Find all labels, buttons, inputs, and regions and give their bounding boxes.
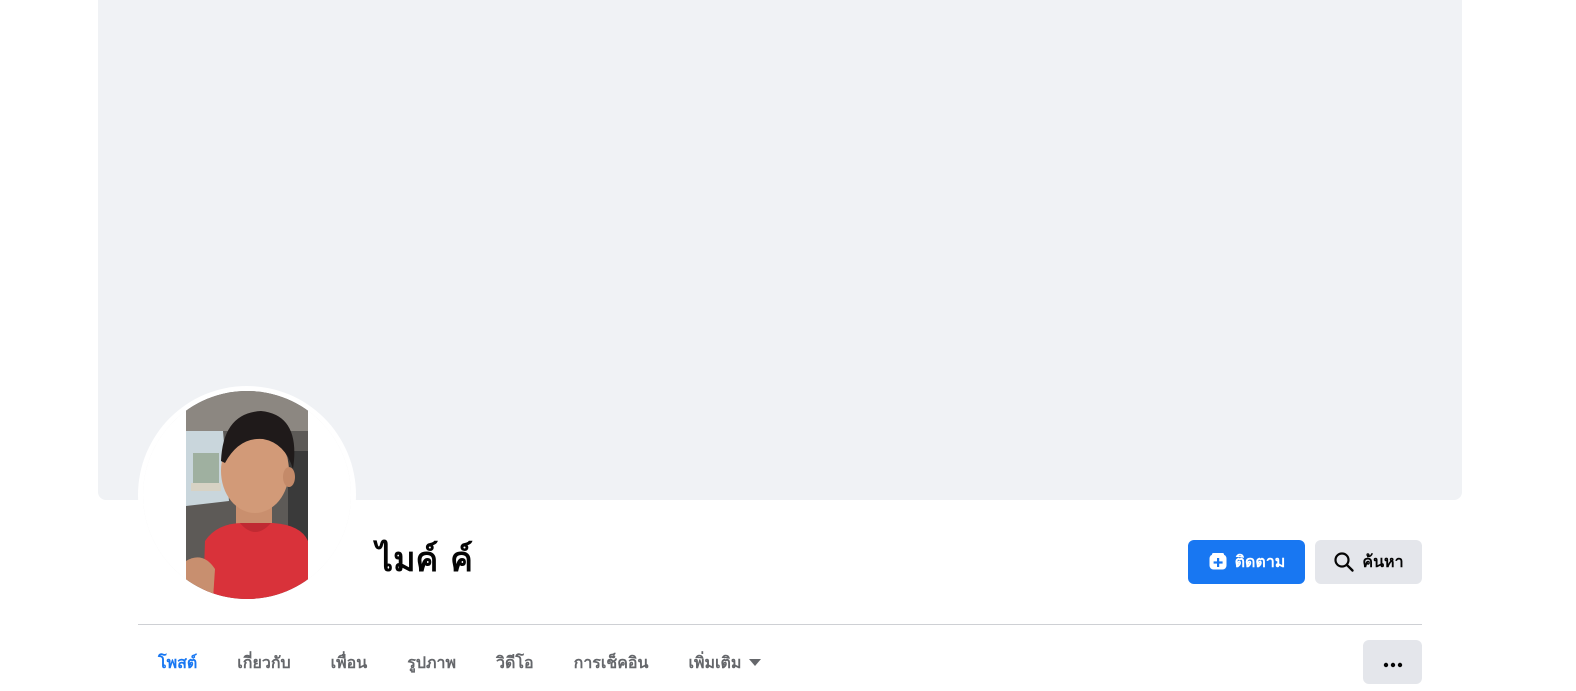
section-divider <box>138 624 1422 625</box>
profile-avatar[interactable] <box>143 391 351 599</box>
more-options-button[interactable] <box>1363 640 1422 684</box>
tab-more[interactable]: เพิ่มเติม <box>668 640 781 686</box>
search-button[interactable]: ค้นหา <box>1315 540 1422 584</box>
profile-name: ไมค์ ค์ <box>376 540 473 580</box>
tab-friends-label: เพื่อน <box>330 652 368 672</box>
tab-about-label: เกี่ยวกับ <box>237 652 291 672</box>
follow-button-label: ติดตาม <box>1234 551 1286 571</box>
follow-button[interactable]: ติดตาม <box>1188 540 1305 584</box>
profile-tabs: โพสต์ เกี่ยวกับ เพื่อน รูปภาพ วิดีโอ การ… <box>138 640 781 686</box>
tab-videos-label: วิดีโอ <box>496 652 534 672</box>
tab-about[interactable]: เกี่ยวกับ <box>217 640 310 686</box>
tab-checkins[interactable]: การเช็คอิน <box>554 640 669 686</box>
tab-posts[interactable]: โพสต์ <box>138 640 217 686</box>
profile-page: ไมค์ ค์ ติดตาม ค้นหา โพสต์ เกี่ยวกับ เพื… <box>0 0 1576 691</box>
follow-add-icon <box>1208 552 1228 572</box>
tab-checkins-label: การเช็คอิน <box>573 652 649 672</box>
more-dots-icon <box>1383 653 1403 672</box>
tab-more-label: เพิ่มเติม <box>688 652 742 672</box>
tab-friends[interactable]: เพื่อน <box>311 640 388 686</box>
caret-down-icon <box>749 659 762 667</box>
tab-videos[interactable]: วิดีโอ <box>476 640 554 686</box>
avatar-photo <box>143 391 351 599</box>
tab-posts-label: โพสต์ <box>158 652 198 672</box>
search-icon <box>1333 551 1355 573</box>
tab-photos-label: รูปภาพ <box>407 652 457 672</box>
tab-photos[interactable]: รูปภาพ <box>387 640 476 686</box>
search-button-label: ค้นหา <box>1362 551 1404 571</box>
